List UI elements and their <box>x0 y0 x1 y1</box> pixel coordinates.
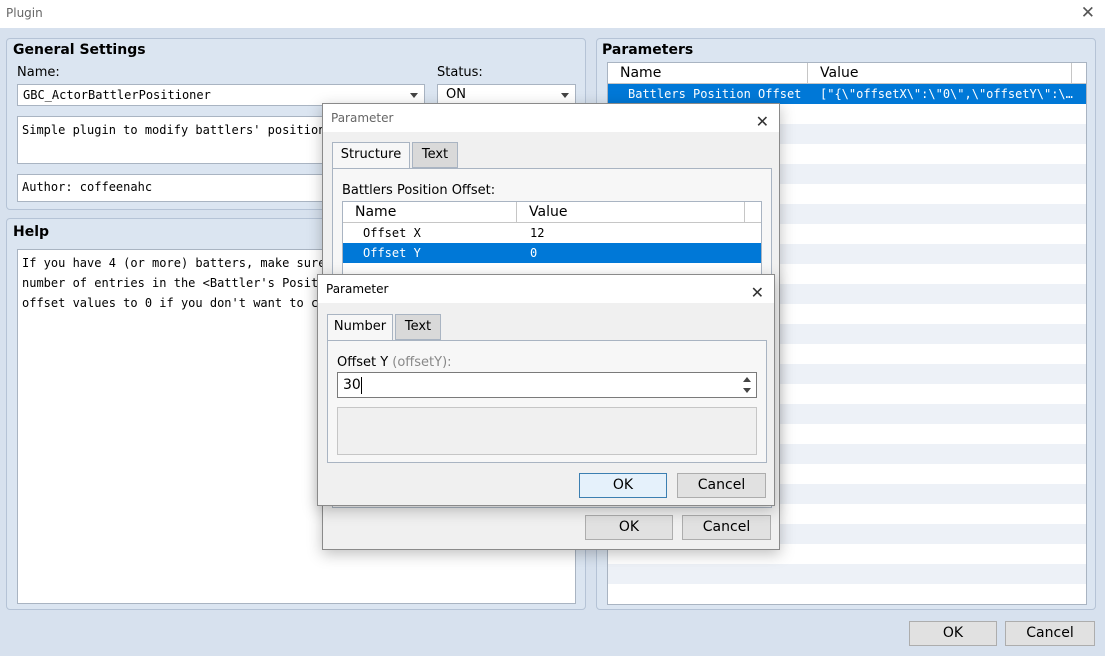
parameter-value: ["{\"offsetX\":\"0\",\"offsetY\":\… <box>820 87 1073 101</box>
window-title: Plugin <box>6 6 43 20</box>
chevron-down-icon <box>561 93 569 98</box>
close-icon[interactable]: ✕ <box>1081 3 1095 23</box>
spin-down-icon[interactable] <box>743 388 751 393</box>
description-text: Simple plugin to modify battlers' positi… <box>22 123 340 137</box>
offset-y-value: 30 <box>343 377 361 393</box>
close-icon[interactable]: ✕ <box>756 108 769 136</box>
dialog-title: Parameter <box>326 282 389 296</box>
structure-label: Battlers Position Offset: <box>342 183 496 198</box>
tab-text[interactable]: Text <box>412 142 458 168</box>
status-label: Status: <box>437 65 483 80</box>
close-icon[interactable]: ✕ <box>751 279 764 307</box>
offset-y-label-text: Offset Y <box>337 355 389 370</box>
parameter-description-box <box>337 407 757 455</box>
spin-up-icon[interactable] <box>743 377 751 382</box>
window-titlebar: Plugin ✕ <box>0 0 1105 28</box>
cancel-button[interactable]: Cancel <box>1005 621 1095 646</box>
help-heading: Help <box>13 224 50 240</box>
tab-text[interactable]: Text <box>395 314 441 340</box>
structure-list-header: Name Value <box>343 202 761 223</box>
tab-structure[interactable]: Structure <box>332 142 410 169</box>
column-header-value[interactable]: Value <box>517 202 745 222</box>
tab-number[interactable]: Number <box>327 314 393 341</box>
ok-button[interactable]: OK <box>909 621 997 646</box>
number-tab-pane: Offset Y (offsetY): 30 <box>327 340 767 463</box>
parameters-list-header: Name Value <box>608 63 1086 84</box>
field-name: Offset X <box>363 226 421 240</box>
column-header-name[interactable]: Name <box>608 63 808 83</box>
field-value: 0 <box>530 246 538 260</box>
general-settings-heading: General Settings <box>13 42 146 58</box>
parameter-name: Battlers Position Offset <box>628 87 802 101</box>
field-name: Offset Y <box>363 246 421 260</box>
offset-y-number-input[interactable]: 30 <box>337 372 757 398</box>
number-parameter-dialog: Parameter ✕ Number Text Offset Y (offset… <box>317 274 775 506</box>
table-row[interactable]: Offset X 12 <box>343 223 761 243</box>
text-caret <box>361 377 362 394</box>
offset-y-key: (offsetY): <box>392 355 452 370</box>
ok-button[interactable]: OK <box>585 515 673 540</box>
dialog-titlebar: Parameter ✕ <box>323 104 779 132</box>
column-header-name[interactable]: Name <box>343 202 517 222</box>
plugin-name-value: GBC_ActorBattlerPositioner <box>23 88 211 102</box>
name-label: Name: <box>17 65 60 80</box>
dialog-title: Parameter <box>331 111 394 125</box>
parameters-heading: Parameters <box>602 42 694 58</box>
ok-button[interactable]: OK <box>579 473 667 498</box>
status-value: ON <box>446 87 466 102</box>
structure-list[interactable]: Name Value Offset X 12 Offset Y 0 <box>342 201 762 281</box>
chevron-down-icon <box>410 93 418 98</box>
table-row[interactable]: Offset Y 0 <box>343 243 761 263</box>
cancel-button[interactable]: Cancel <box>682 515 771 540</box>
author-text: Author: coffeenahc <box>22 180 153 194</box>
list-item[interactable]: Battlers Position Offset ["{\"offsetX\":… <box>608 84 1086 104</box>
column-header-value[interactable]: Value <box>808 63 1072 83</box>
dialog-titlebar: Parameter ✕ <box>318 275 774 303</box>
offset-y-label: Offset Y (offsetY): <box>337 355 452 370</box>
field-value: 12 <box>530 226 545 240</box>
cancel-button[interactable]: Cancel <box>677 473 766 498</box>
